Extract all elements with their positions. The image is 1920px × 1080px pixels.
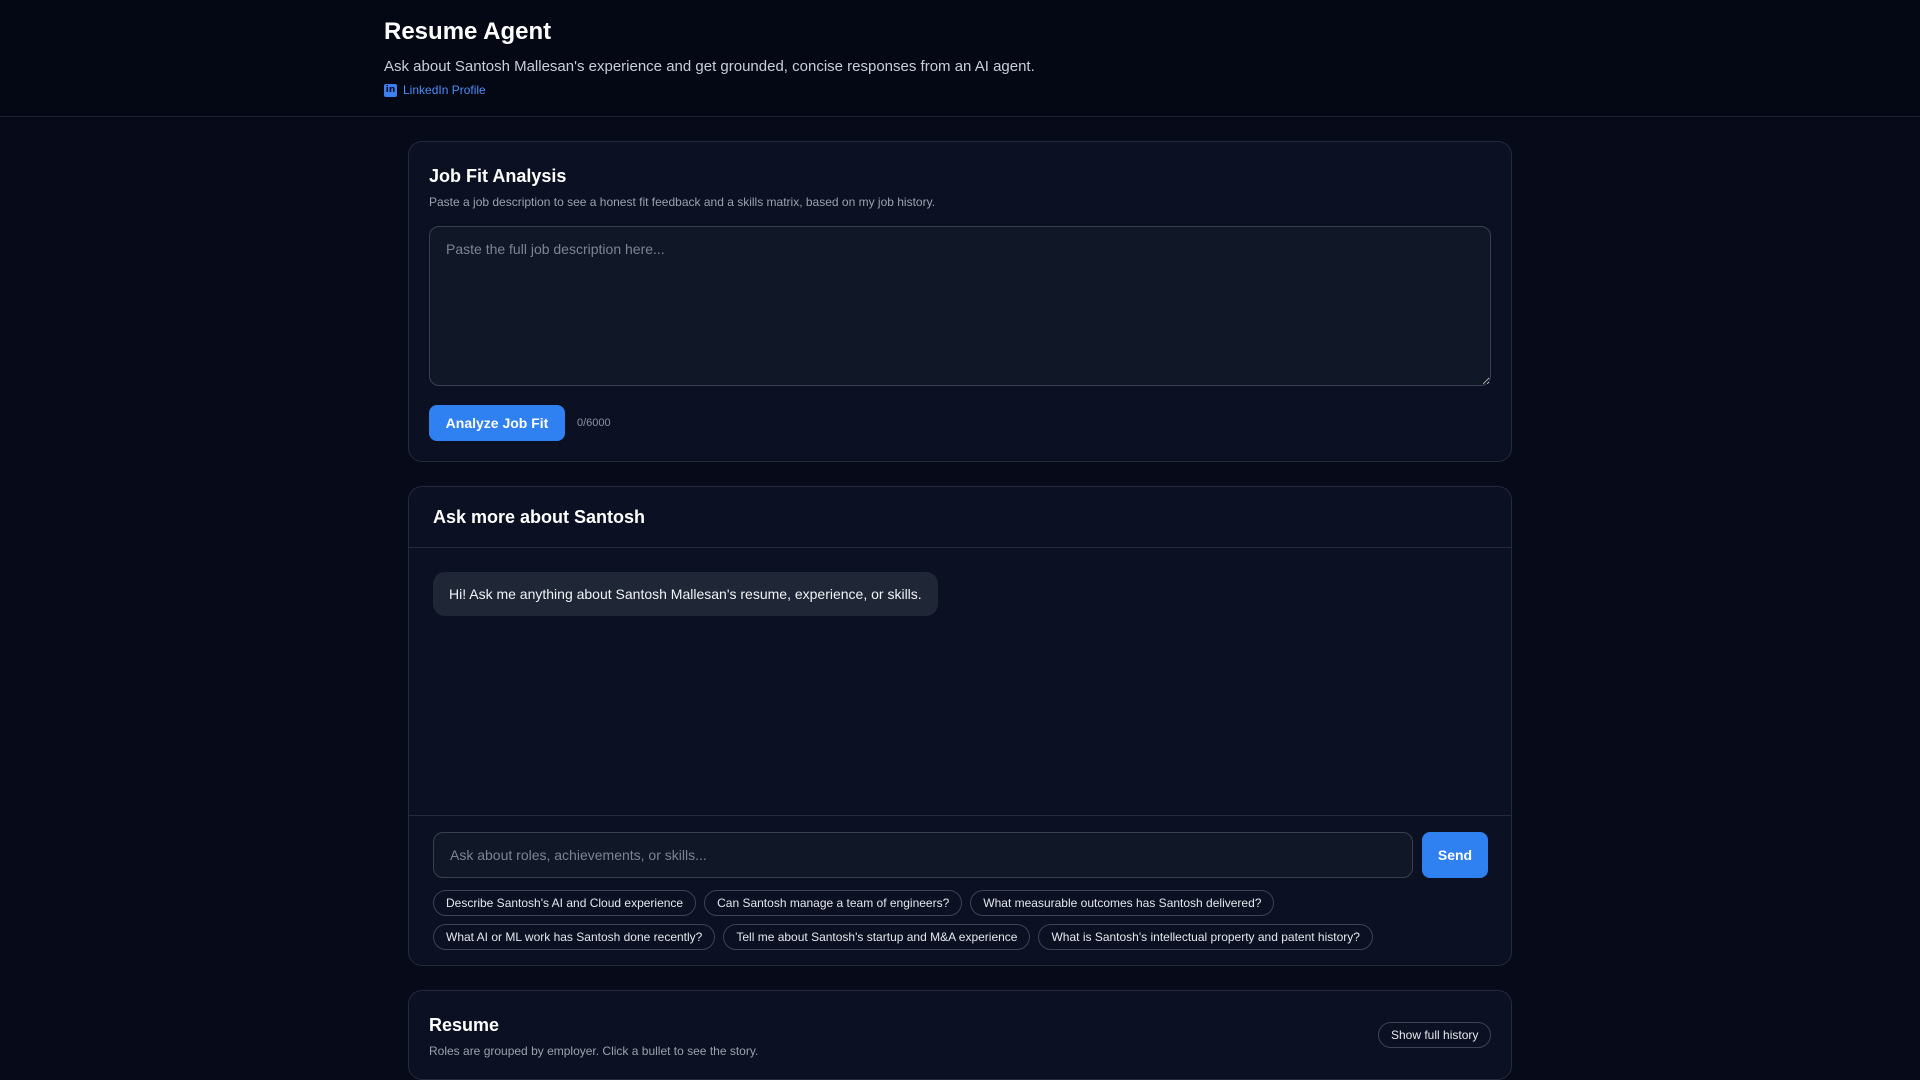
chat-title: Ask more about Santosh — [433, 507, 646, 527]
character-count: 0/6000 — [577, 417, 611, 429]
chat-messages: Hi! Ask me anything about Santosh Malles… — [409, 548, 1511, 815]
suggestion-chip[interactable]: What measurable outcomes has Santosh del… — [970, 890, 1275, 916]
suggestion-chip[interactable]: Describe Santosh's AI and Cloud experien… — [433, 890, 697, 916]
suggestion-chip[interactable]: Can Santosh manage a team of engineers? — [704, 890, 963, 916]
show-full-history-button[interactable]: Show full history — [1378, 1022, 1492, 1048]
suggestion-chip[interactable]: What is Santosh's intellectual property … — [1038, 924, 1373, 950]
linkedin-label: LinkedIn Profile — [403, 83, 486, 97]
job-fit-card: Job Fit Analysis Paste a job description… — [408, 141, 1512, 462]
app-subtitle: Ask about Santosh Mallesan's experience … — [384, 58, 1035, 75]
send-button[interactable]: Send — [1422, 832, 1488, 878]
chat-card: Ask more about Santosh Hi! Ask me anythi… — [408, 486, 1512, 966]
app-title: Resume Agent — [384, 18, 552, 45]
app-header: Resume Agent Ask about Santosh Mallesan'… — [0, 0, 1920, 117]
suggested-questions: Describe Santosh's AI and Cloud experien… — [433, 890, 1493, 958]
header-content: Resume Agent Ask about Santosh Mallesan'… — [384, 17, 1035, 97]
linkedin-icon: in — [384, 83, 397, 97]
chat-composer: Send Describe Santosh's AI and Cloud exp… — [409, 815, 1511, 966]
chat-header: Ask more about Santosh — [409, 487, 1511, 548]
chat-input[interactable] — [433, 832, 1413, 878]
suggestion-chip[interactable]: What AI or ML work has Santosh done rece… — [433, 924, 716, 950]
resume-card: Resume Roles are grouped by employer. Cl… — [408, 990, 1512, 1080]
job-fit-description: Paste a job description to see a honest … — [429, 195, 936, 209]
suggestion-row: Describe Santosh's AI and Cloud experien… — [433, 890, 1493, 916]
suggestion-chip[interactable]: Tell me about Santosh's startup and M&A … — [723, 924, 1031, 950]
job-description-textarea[interactable] — [429, 226, 1491, 386]
resume-description: Roles are grouped by employer. Click a b… — [429, 1044, 759, 1058]
suggestion-row: What AI or ML work has Santosh done rece… — [433, 924, 1493, 950]
job-fit-title: Job Fit Analysis — [429, 166, 567, 186]
resume-title: Resume — [429, 1015, 500, 1035]
linkedin-link[interactable]: in LinkedIn Profile — [384, 83, 1035, 97]
assistant-message-bubble: Hi! Ask me anything about Santosh Malles… — [433, 572, 938, 616]
analyze-job-fit-button[interactable]: Analyze Job Fit — [429, 405, 565, 441]
